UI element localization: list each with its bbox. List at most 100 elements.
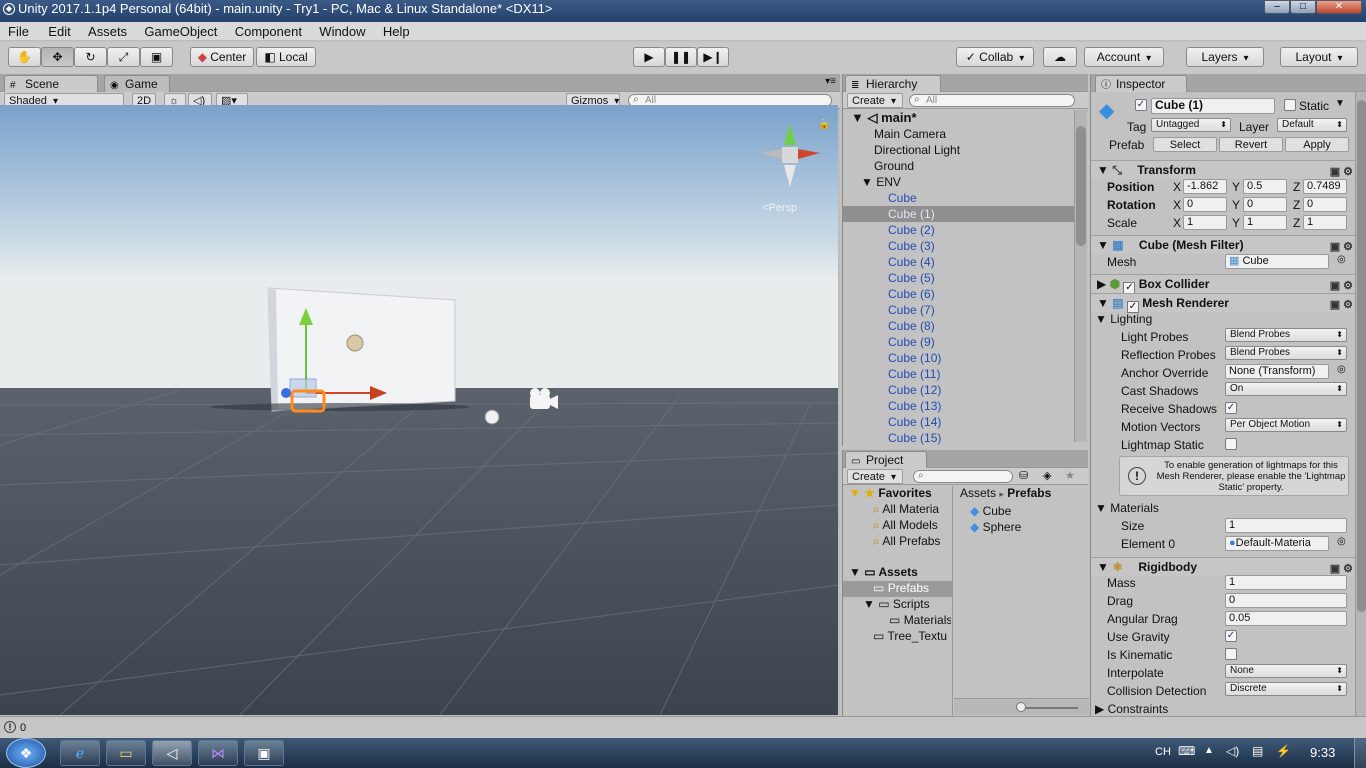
prefab-revert-button[interactable]: Revert xyxy=(1219,137,1283,152)
rotation-x-field[interactable]: 0 xyxy=(1183,197,1227,212)
use-gravity-checkbox[interactable]: ✓ xyxy=(1225,630,1237,642)
hierarchy-search-input[interactable]: All xyxy=(909,94,1075,107)
breadcrumb-assets[interactable]: Assets xyxy=(960,486,996,500)
anchor-override-field[interactable]: None (Transform) xyxy=(1225,364,1329,379)
tag-dropdown[interactable]: Untagged xyxy=(1151,118,1231,132)
receive-shadows-checkbox[interactable]: ✓ xyxy=(1225,402,1237,414)
drag-field[interactable]: 0 xyxy=(1225,593,1347,608)
menu-assets[interactable]: Assets xyxy=(74,22,127,39)
favorites-header[interactable]: ▼ ★ Favorites xyxy=(849,486,932,500)
taskbar-explorer[interactable]: ▭ xyxy=(106,740,146,766)
show-desktop-button[interactable] xyxy=(1354,738,1366,768)
menu-window[interactable]: Window xyxy=(305,22,365,39)
tree-item-cube-9[interactable]: Cube (9) xyxy=(843,334,1075,350)
component-settings-icon[interactable]: ▣ ⚙ xyxy=(1330,296,1353,314)
scale-z-field[interactable]: 1 xyxy=(1303,215,1347,230)
power-icon[interactable]: ⚡ xyxy=(1276,744,1291,758)
layers-dropdown[interactable]: Layers xyxy=(1186,47,1264,67)
constraints-foldout[interactable]: ▶ Constraints xyxy=(1095,702,1168,716)
tree-textures-folder[interactable]: ▭ Tree_Textu xyxy=(873,629,951,643)
reflection-probes-dropdown[interactable]: Blend Probes xyxy=(1225,346,1347,360)
tree-item-cube-5[interactable]: Cube (5) xyxy=(843,270,1075,286)
static-dropdown-icon[interactable]: ▼ xyxy=(1335,98,1345,109)
star-icon[interactable]: ★ xyxy=(1065,469,1075,482)
transform-header[interactable]: ▼ ⤡ Transform ▣ ⚙ xyxy=(1091,160,1355,179)
materials-size-field[interactable]: 1 xyxy=(1225,518,1347,533)
lightmap-static-checkbox[interactable] xyxy=(1225,438,1237,450)
motion-vectors-dropdown[interactable]: Per Object Motion xyxy=(1225,418,1347,432)
object-picker-icon[interactable]: ◎ xyxy=(1337,364,1346,375)
menu-gameobject[interactable]: GameObject xyxy=(130,22,217,39)
minimize-button[interactable]: – xyxy=(1264,0,1290,14)
hierarchy-scrollbar[interactable] xyxy=(1074,110,1087,442)
clock[interactable]: 9:33 xyxy=(1310,745,1335,760)
mesh-renderer-header[interactable]: ▼ ▤ ✓ Mesh Renderer ▣ ⚙ xyxy=(1091,293,1355,314)
filter-type-icon[interactable]: ⛁ xyxy=(1019,469,1028,482)
step-button[interactable]: ▶❙ xyxy=(697,47,729,67)
tree-item-cube-14[interactable]: Cube (14) xyxy=(843,414,1075,430)
tree-item-cube-4[interactable]: Cube (4) xyxy=(843,254,1075,270)
pivot-center-button[interactable]: ◆ Center xyxy=(190,47,254,67)
cloud-button[interactable]: ☁ xyxy=(1043,47,1077,67)
scene-viewport[interactable]: <Persp 🔒 xyxy=(0,105,838,715)
menu-edit[interactable]: Edit xyxy=(32,22,70,39)
tree-item-cube-2[interactable]: Cube (2) xyxy=(843,222,1075,238)
tree-item-directional-light[interactable]: Directional Light xyxy=(843,142,1075,158)
materials-foldout[interactable]: ▼ Materials xyxy=(1095,501,1159,515)
rotate-tool-button[interactable]: ↻ xyxy=(74,47,107,67)
project-search-input[interactable] xyxy=(913,470,1013,483)
position-z-field[interactable]: 0.7489 xyxy=(1303,179,1347,194)
scrollbar-thumb[interactable] xyxy=(1357,100,1366,612)
asset-cube[interactable]: ◆ Cube xyxy=(970,504,1011,518)
account-dropdown[interactable]: Account xyxy=(1084,47,1164,67)
tree-item-cube-12[interactable]: Cube (12) xyxy=(843,382,1075,398)
tree-item-cube-15[interactable]: Cube (15) xyxy=(843,430,1075,446)
filter-label-icon[interactable]: ◈ xyxy=(1043,469,1051,482)
fav-all-models[interactable]: ⌕ All Models xyxy=(873,518,938,533)
close-button[interactable]: ✕ xyxy=(1316,0,1362,14)
scale-y-field[interactable]: 1 xyxy=(1243,215,1287,230)
tab-inspector[interactable]: ⓘ Inspector xyxy=(1095,75,1187,92)
is-kinematic-checkbox[interactable] xyxy=(1225,648,1237,660)
object-picker-icon[interactable]: ◎ xyxy=(1337,536,1346,547)
assets-folder[interactable]: ▼ ▭ Assets xyxy=(849,565,918,579)
tab-hierarchy[interactable]: ≣ Hierarchy xyxy=(845,75,941,92)
tree-item-cube-13[interactable]: Cube (13) xyxy=(843,398,1075,414)
tree-item-cube-6[interactable]: Cube (6) xyxy=(843,286,1075,302)
breadcrumb-prefabs[interactable]: Prefabs xyxy=(1007,486,1051,500)
mesh-filter-header[interactable]: ▼ ▦ Cube (Mesh Filter) ▣ ⚙ xyxy=(1091,235,1355,254)
materials-folder[interactable]: ▭ Materials xyxy=(889,613,951,627)
projection-label[interactable]: <Persp xyxy=(762,202,797,214)
volume-icon[interactable]: ◁) xyxy=(1226,744,1239,758)
collision-detection-dropdown[interactable]: Discrete xyxy=(1225,682,1347,696)
light-probes-dropdown[interactable]: Blend Probes xyxy=(1225,328,1347,342)
tree-item-main-camera[interactable]: Main Camera xyxy=(843,126,1075,142)
static-checkbox[interactable] xyxy=(1284,99,1296,111)
rotation-z-field[interactable]: 0 xyxy=(1303,197,1347,212)
position-y-field[interactable]: 0.5 xyxy=(1243,179,1287,194)
tree-item-env[interactable]: ▼ ENV xyxy=(843,174,1075,190)
position-x-field[interactable]: -1.862 xyxy=(1183,179,1227,194)
rotation-y-field[interactable]: 0 xyxy=(1243,197,1287,212)
tab-game[interactable]: ◉ Game xyxy=(104,75,170,92)
scale-tool-button[interactable]: ⤢ xyxy=(107,47,140,67)
tree-item-cube-1[interactable]: Cube (1) xyxy=(843,206,1075,222)
taskbar-ie[interactable]: ℯ xyxy=(60,740,100,766)
console-info-icon[interactable]: ! xyxy=(4,721,16,733)
fav-all-materials[interactable]: ⌕ All Materia xyxy=(873,502,939,517)
menu-help[interactable]: Help xyxy=(369,22,410,39)
keyboard-icon[interactable]: ⌨ xyxy=(1178,744,1195,758)
tree-item-cube-8[interactable]: Cube (8) xyxy=(843,318,1075,334)
maximize-button[interactable]: □ xyxy=(1290,0,1316,14)
mesh-field[interactable]: ▦ Cube xyxy=(1225,254,1329,269)
pivot-local-button[interactable]: ◧ Local xyxy=(256,47,316,67)
object-picker-icon[interactable]: ◎ xyxy=(1337,254,1346,265)
tree-item-ground[interactable]: Ground xyxy=(843,158,1075,174)
mass-field[interactable]: 1 xyxy=(1225,575,1347,590)
tab-project[interactable]: ▭ Project xyxy=(845,451,927,468)
scale-x-field[interactable]: 1 xyxy=(1183,215,1227,230)
start-button[interactable]: ❖ xyxy=(6,738,46,768)
rigidbody-header[interactable]: ▼ ⚛ Rigidbody ▣ ⚙ xyxy=(1091,557,1355,576)
network-icon[interactable]: ▤ xyxy=(1252,744,1263,758)
cast-shadows-dropdown[interactable]: On xyxy=(1225,382,1347,396)
